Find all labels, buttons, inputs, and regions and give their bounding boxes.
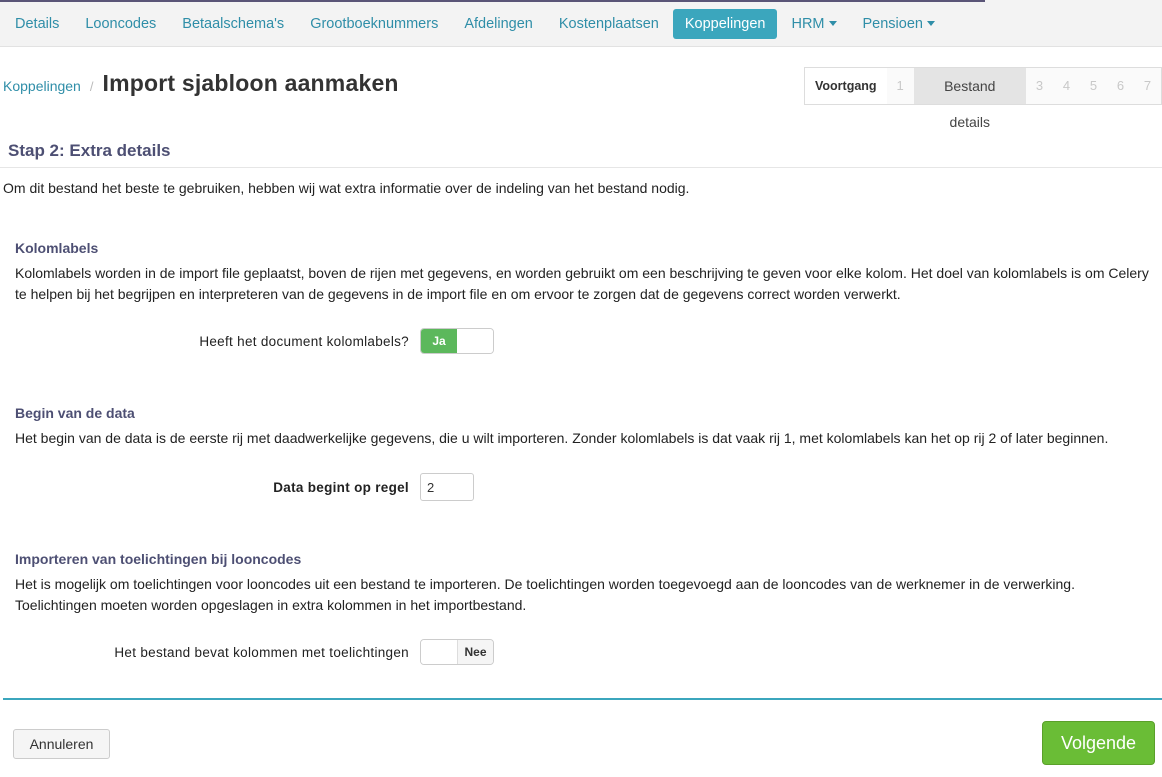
section-title-begin: Begin van de data: [15, 405, 135, 421]
kolomlabels-toggle[interactable]: Ja: [420, 328, 494, 354]
nav-tabs: Details Looncodes Betaalschema's Grootbo…: [3, 9, 949, 39]
progress-step-3: 3: [1035, 78, 1044, 93]
toelichtingen-field-label: Het bestand bevat kolommen met toelichti…: [114, 645, 409, 660]
cancel-button[interactable]: Annuleren: [13, 729, 110, 759]
nav-tab-kostenplaatsen[interactable]: Kostenplaatsen: [547, 9, 671, 39]
intro-text: Om dit bestand het beste te gebruiken, h…: [3, 180, 690, 196]
toggle-knob: [457, 329, 493, 353]
progress-step-4: 4: [1062, 78, 1071, 93]
next-button[interactable]: Volgende: [1042, 721, 1155, 765]
progress-steps: Voortgang 1 Bestand details 3 4 5 6 7: [804, 67, 1162, 130]
step-title: Stap 2: Extra details: [8, 141, 171, 160]
section-title-kolomlabels: Kolomlabels: [15, 240, 99, 256]
progress-step-1: 1: [896, 78, 904, 93]
breadcrumb-separator: /: [89, 79, 94, 94]
nav-tab-label: Koppelingen: [684, 16, 766, 32]
progress-step-5: 5: [1089, 78, 1098, 93]
kolomlabels-field-label: Heeft het document kolomlabels?: [199, 334, 409, 349]
nav-accent-bar: [0, 0, 985, 2]
divider: [0, 167, 1162, 168]
nav-tab-hrm-dropdown[interactable]: HRM: [779, 9, 848, 39]
breadcrumb-link-koppelingen[interactable]: Koppelingen: [3, 78, 81, 94]
progress-step-7: 7: [1143, 78, 1152, 93]
toggle-on-label: Ja: [421, 329, 457, 353]
section-text-kolomlabels: Kolomlabels worden in de import file gep…: [15, 265, 1149, 302]
progress-step-current: Bestand details: [913, 68, 1026, 130]
progress-label: Voortgang: [805, 68, 887, 104]
toelichtingen-toggle[interactable]: Nee: [420, 639, 494, 665]
nav-tab-label: Grootboeknummers: [310, 16, 439, 32]
toggle-off-label: Nee: [457, 640, 493, 664]
nav-tab-label: Pensioen: [862, 16, 923, 32]
nav-tab-label: HRM: [791, 16, 825, 32]
page-title: Import sjabloon aanmaken: [102, 70, 399, 96]
top-navigation: Details Looncodes Betaalschema's Grootbo…: [0, 0, 1162, 47]
nav-tab-afdelingen[interactable]: Afdelingen: [452, 9, 545, 39]
section-text-toelichtingen: Het is mogelijk om toelichtingen voor lo…: [15, 576, 1075, 613]
section-text-begin: Het begin van de data is de eerste rij m…: [15, 430, 1109, 446]
nav-tab-betaalschemas[interactable]: Betaalschema's: [170, 9, 296, 39]
data-start-row-input[interactable]: [420, 473, 474, 501]
nav-tab-label: Afdelingen: [464, 16, 533, 32]
nav-tab-looncodes[interactable]: Looncodes: [73, 9, 168, 39]
nav-tab-details[interactable]: Details: [3, 9, 71, 39]
nav-tab-koppelingen[interactable]: Koppelingen: [672, 9, 778, 39]
progress-step-6: 6: [1116, 78, 1125, 93]
nav-tab-label: Looncodes: [85, 16, 157, 32]
caret-down-icon: [828, 21, 837, 26]
data-start-field-label: Data begint op regel: [273, 480, 409, 495]
nav-tab-grootboeknummers[interactable]: Grootboeknummers: [298, 9, 450, 39]
nav-tab-label: Kostenplaatsen: [558, 16, 659, 32]
section-title-toelichtingen: Importeren van toelichtingen bij looncod…: [15, 551, 302, 567]
nav-tab-label: Betaalschema's: [182, 16, 285, 32]
caret-down-icon: [926, 21, 935, 26]
nav-tab-label: Details: [15, 16, 60, 32]
footer-divider: [3, 698, 1162, 700]
toggle-knob: [421, 640, 457, 664]
nav-tab-pensioen-dropdown[interactable]: Pensioen: [851, 9, 947, 39]
breadcrumb: Koppelingen / Import sjabloon aanmaken: [3, 70, 399, 104]
